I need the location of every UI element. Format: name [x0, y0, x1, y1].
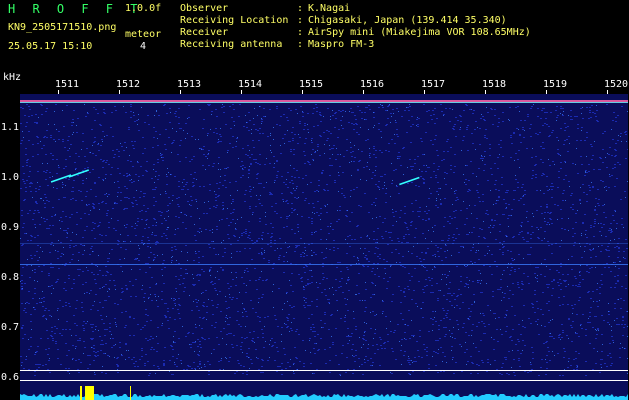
app-title: H R O F F T	[8, 2, 143, 16]
meteor-label: meteor	[125, 29, 162, 40]
x-tick-label: 1519	[543, 79, 568, 90]
info-value-observer: K.Nagai	[308, 3, 351, 14]
info-label-location: Receiving Location	[180, 15, 289, 26]
y-tick-label: 1.0	[1, 172, 20, 183]
x-tick-label: 1520	[604, 79, 629, 90]
spectrogram-background	[20, 94, 628, 400]
info-colon: :	[297, 15, 304, 26]
ref-line	[20, 380, 628, 381]
spectrogram[interactable]	[20, 94, 628, 400]
meteor-count: 4	[140, 41, 147, 52]
info-value-antenna: Maspro FM-3	[308, 39, 375, 50]
meteor-detection-marker	[80, 386, 82, 400]
info-label-antenna: Receiving antenna	[180, 39, 283, 50]
timestamp-label: 25.05.17 15:10	[8, 41, 93, 52]
interference-line	[20, 264, 628, 265]
y-tick-label: 1.1	[1, 122, 20, 133]
x-tick-label: 1514	[238, 79, 263, 90]
info-label-observer: Observer	[180, 3, 229, 14]
x-tick-label: 1515	[299, 79, 324, 90]
x-tick-label: 1517	[421, 79, 446, 90]
info-label-receiver: Receiver	[180, 27, 229, 38]
x-tick-label: 1512	[116, 79, 141, 90]
y-tick-label: 0.6	[1, 372, 20, 383]
ref-line	[20, 370, 628, 371]
info-value-receiver: AirSpy mini (Miakejima VOR 108.65MHz)	[308, 27, 531, 38]
info-colon: :	[297, 3, 304, 14]
meteor-detection-marker	[85, 386, 94, 400]
version-label: 1.0.0f	[125, 3, 162, 14]
x-tick-label: 1511	[55, 79, 80, 90]
info-value-location: Chigasaki, Japan (139.414 35.340)	[308, 15, 507, 26]
y-axis-unit: kHz	[3, 72, 22, 83]
y-tick-label: 0.9	[1, 222, 20, 233]
carrier-band-core	[20, 102, 628, 103]
x-tick-label: 1518	[482, 79, 507, 90]
y-tick-label: 0.7	[1, 322, 20, 333]
info-colon: :	[297, 27, 304, 38]
info-colon: :	[297, 39, 304, 50]
x-tick-label: 1513	[177, 79, 202, 90]
meteor-detection-marker	[130, 386, 131, 400]
x-tick-label: 1516	[360, 79, 385, 90]
spectrogram-canvas	[20, 94, 628, 400]
y-tick-label: 0.8	[1, 272, 20, 283]
filename-label: KN9_2505171510.png	[8, 22, 117, 33]
faint-line	[20, 243, 628, 244]
